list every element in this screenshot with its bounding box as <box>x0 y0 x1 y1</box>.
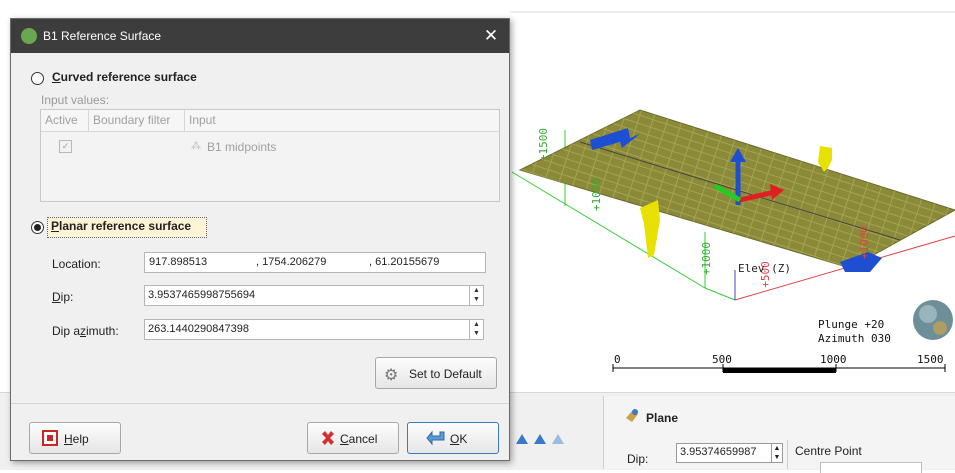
input-values-table: Active Boundary filter Input ✓ <box>40 109 500 202</box>
label-text: Dip a <box>52 324 81 338</box>
axis-label: +1500 <box>537 127 551 162</box>
help-icon <box>42 430 58 446</box>
active-checkbox: ✓ <box>59 140 72 153</box>
ok-button[interactable]: OK <box>407 422 499 454</box>
label-text: ancel <box>348 432 378 446</box>
orientation-readout: Plunge +20 Azimuth 030 <box>818 318 891 346</box>
scale-label: 500 <box>712 353 732 366</box>
accel-key: C <box>52 70 61 84</box>
location-z[interactable]: , 61.20155679 <box>369 253 439 272</box>
label-text: imuth: <box>86 324 119 338</box>
help-button[interactable]: Help <box>29 422 121 454</box>
planar-surface-radio[interactable] <box>31 221 44 234</box>
label-text: K <box>459 432 468 446</box>
location-input[interactable]: 917.898513 , 1754.206279 , 61.20155679 <box>144 252 486 273</box>
accel-key: D <box>52 290 61 304</box>
azimuth-text: Azimuth 030 <box>818 332 891 345</box>
reference-surface-icon <box>21 28 37 44</box>
dialog-title: B1 Reference Surface <box>43 29 162 43</box>
ok-label: OK <box>450 432 467 446</box>
location-y[interactable]: , 1754.206279 <box>256 253 326 272</box>
cancel-icon <box>322 431 334 445</box>
location-label: Location: <box>52 257 101 271</box>
axis-label: +1000 <box>700 241 714 276</box>
close-button[interactable]: ✕ <box>479 24 503 48</box>
input-cell: B1 midpoints <box>207 140 277 154</box>
toolbar-icons <box>512 432 572 446</box>
cancel-label: Cancel <box>340 432 377 446</box>
plane-dip-input[interactable]: 3.95374659987 <box>676 443 772 463</box>
label-text: ip: <box>60 290 74 304</box>
ok-icon <box>426 430 445 446</box>
axis-label: +1000 <box>590 177 604 212</box>
elev-axis-label: Elev (Z) <box>738 262 791 275</box>
radio-selected-dot <box>34 224 41 231</box>
scale-label: 0 <box>614 353 621 366</box>
plunge-text: Plunge +20 <box>818 318 885 331</box>
help-label: Help <box>64 432 89 446</box>
accel-key: P <box>51 219 60 233</box>
label-text: elp <box>72 432 89 446</box>
curved-surface-label[interactable]: Curved reference surface <box>52 70 197 84</box>
curved-surface-radio[interactable] <box>31 72 44 85</box>
label-text: lanar reference surface <box>59 219 192 233</box>
plane-dip-label: Dip: <box>627 452 649 466</box>
points-icon: ⁂ <box>191 141 201 152</box>
dip-label: Dip: <box>52 290 73 304</box>
reference-surface-dialog: B1 Reference Surface ✕ Curved reference … <box>10 18 510 461</box>
cancel-button[interactable]: Cancel <box>307 422 399 454</box>
column-header-boundary-filter: Boundary filter <box>89 110 185 131</box>
dip-azimuth-spinner[interactable]: ▲ ▼ <box>470 319 484 340</box>
label-text: urved reference surface <box>60 70 197 84</box>
accel-key: H <box>64 432 73 446</box>
dip-spinner[interactable]: ▲ ▼ <box>470 285 484 306</box>
centre-point-label: Centre Point <box>795 444 862 458</box>
accel-key: O <box>450 432 460 446</box>
scale-label: 1000 <box>820 353 847 366</box>
table-header: Active Boundary filter Input <box>41 110 499 132</box>
divider <box>11 403 509 404</box>
dialog-titlebar[interactable]: B1 Reference Surface ✕ <box>11 19 509 53</box>
dip-input[interactable]: 3.9537465998755694 <box>144 285 470 306</box>
centre-point-field[interactable] <box>820 462 922 473</box>
location-x[interactable]: 917.898513 <box>149 253 207 272</box>
axis-label: +1000 <box>858 225 872 260</box>
accel-key: C <box>340 432 349 446</box>
plane-dip-spinner[interactable]: ▲ ▼ <box>772 443 783 463</box>
set-to-default-label: Set to Default <box>409 367 482 381</box>
planar-surface-label[interactable]: Planar reference surface <box>51 219 191 233</box>
input-values-label: Input values: <box>41 93 110 107</box>
set-to-default-button[interactable]: ⚙ Set to Default <box>375 357 497 389</box>
gear-icon: ⚙ <box>384 367 399 384</box>
plane-icon <box>626 409 638 422</box>
column-header-input: Input <box>189 113 216 127</box>
dip-azimuth-label: Dip azimuth: <box>52 324 119 338</box>
column-header-active: Active <box>41 110 89 131</box>
plane-panel-title: Plane <box>646 411 679 425</box>
divider <box>787 440 788 469</box>
dip-azimuth-input[interactable]: 263.1440290847398 <box>144 319 470 340</box>
scale-label: 1500 <box>917 353 944 366</box>
